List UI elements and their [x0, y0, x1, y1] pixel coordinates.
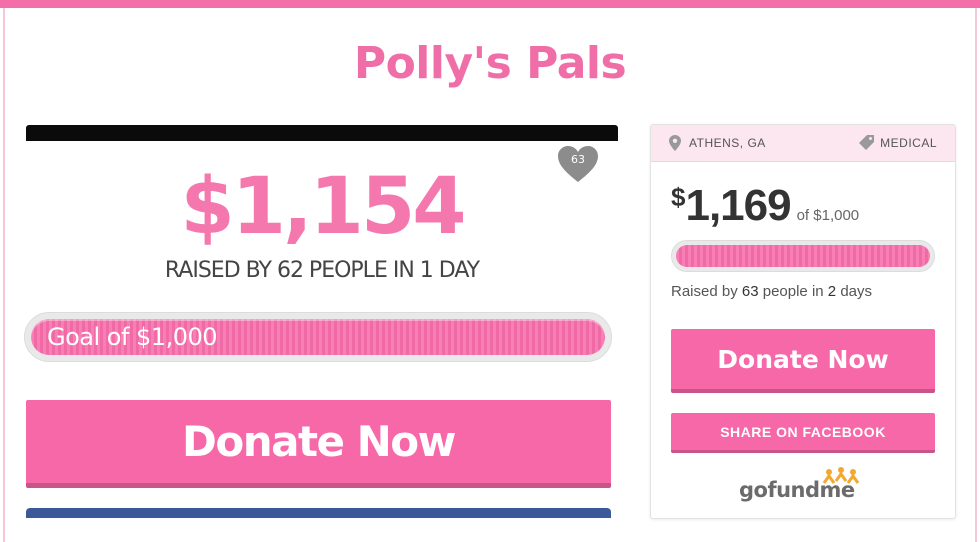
- goal-progress-bar: Goal of $1,000: [24, 312, 612, 362]
- video-top-bar: [26, 125, 618, 141]
- amount-value: 1,169: [685, 181, 791, 230]
- tag-icon: [859, 135, 875, 150]
- facebook-share-strip[interactable]: [26, 508, 611, 518]
- share-on-facebook-button[interactable]: SHARE ON FACEBOOK: [671, 413, 935, 453]
- category: MEDICAL: [859, 135, 937, 150]
- top-accent-bar: [0, 0, 980, 8]
- location-label: ATHENS, GA: [689, 136, 766, 150]
- category-label: MEDICAL: [880, 135, 937, 150]
- donate-now-button[interactable]: Donate Now: [671, 329, 935, 393]
- raised-prefix: Raised by: [671, 283, 738, 300]
- card-progress-bar: [671, 240, 935, 272]
- raised-summary: Raised by 63 people in 2 days: [671, 283, 872, 300]
- card-header: ATHENS, GA MEDICAL: [651, 125, 955, 162]
- gofundme-logo[interactable]: gofundme: [737, 465, 867, 505]
- raised-summary-large: RAISED BY 62 PEOPLE IN 1 DAY: [164, 258, 480, 283]
- people-icon: [822, 467, 860, 484]
- raised-suffix: days: [840, 283, 872, 300]
- raised-amount-large: $1,154: [180, 162, 467, 252]
- campaign-card: ATHENS, GA MEDICAL $ 1,169 of $1,000 Rai…: [650, 124, 956, 519]
- map-pin-icon: [669, 135, 681, 151]
- raised-amount: $ 1,169 of $1,000: [671, 181, 859, 231]
- amount-currency: $: [671, 182, 686, 212]
- days-count: 2: [827, 283, 837, 300]
- location: ATHENS, GA: [669, 135, 766, 151]
- goal-text: of $1,000: [796, 207, 860, 224]
- people-count: 63: [741, 283, 759, 300]
- donate-now-button-large[interactable]: Donate Now: [26, 400, 611, 488]
- page-title: Polly's Pals: [353, 38, 627, 89]
- raised-mid: people in: [762, 283, 824, 300]
- goal-label: Goal of $1,000: [47, 323, 218, 351]
- card-progress-fill: [676, 245, 930, 267]
